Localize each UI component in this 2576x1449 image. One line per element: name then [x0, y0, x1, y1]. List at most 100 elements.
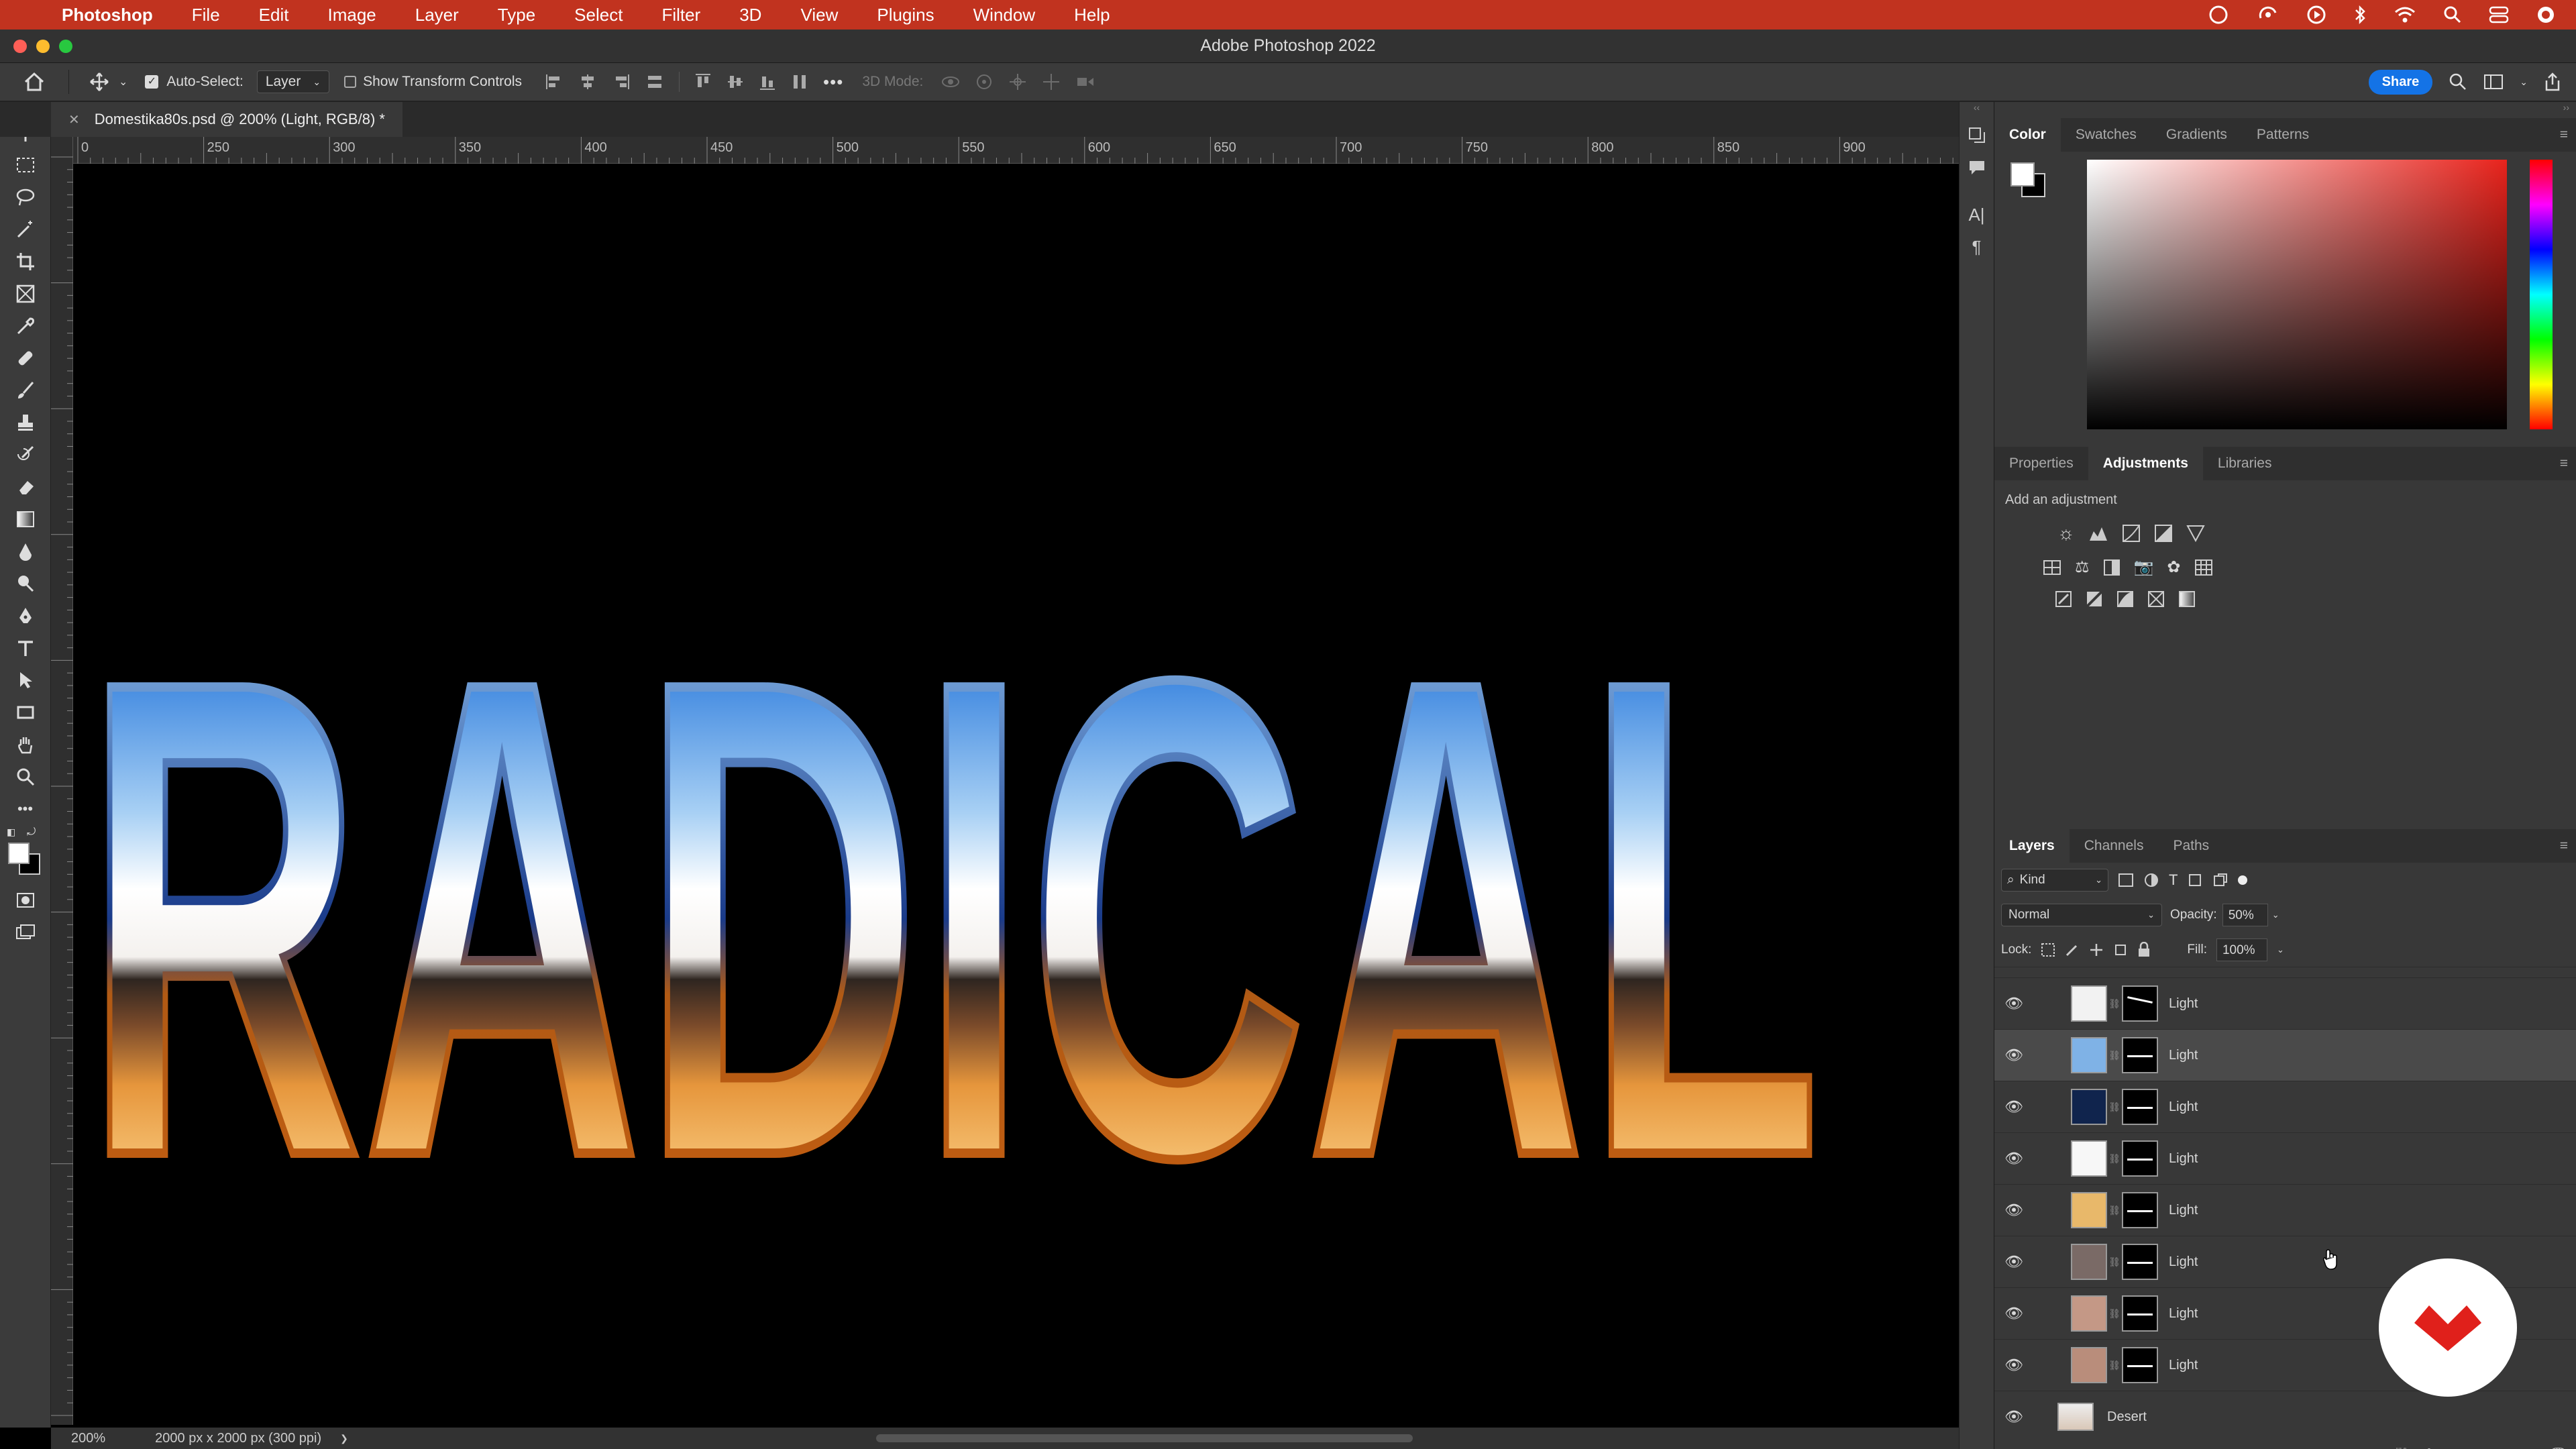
layer-mask-thumbnail[interactable]: [2122, 1037, 2158, 1073]
exposure-icon[interactable]: [2154, 524, 2173, 543]
clone-stamp-tool-button[interactable]: [11, 408, 40, 437]
menu-window[interactable]: Window: [973, 5, 1035, 25]
vibrance-icon[interactable]: [2186, 525, 2205, 542]
mask-link-icon[interactable]: ⛓: [2107, 1256, 2122, 1268]
menu-3d[interactable]: 3D: [739, 5, 761, 25]
more-options-icon[interactable]: •••: [823, 72, 843, 93]
collapse-strip-icon[interactable]: ‹‹: [1960, 102, 1994, 118]
tab-paths[interactable]: Paths: [2158, 838, 2224, 854]
blend-mode-dropdown[interactable]: Normal ⌄: [2001, 904, 2162, 926]
visibility-eye-icon[interactable]: 👁: [1994, 1408, 2033, 1426]
shape-tool-button[interactable]: [11, 698, 40, 727]
swap-colors-icon[interactable]: ⤾: [27, 826, 36, 839]
panels-collapse-icon[interactable]: ››: [1994, 102, 2576, 118]
layer-row[interactable]: 👁 ⛓ Light: [1994, 1185, 2576, 1236]
filter-pixel-icon[interactable]: [2118, 873, 2134, 888]
3d-orbit-icon[interactable]: [941, 72, 961, 91]
vertical-ruler[interactable]: [51, 137, 73, 1425]
menu-filter[interactable]: Filter: [661, 5, 700, 25]
eraser-tool-button[interactable]: [11, 472, 40, 502]
export-share-icon[interactable]: [2544, 72, 2561, 91]
character-panel-button[interactable]: A|: [1962, 200, 1992, 229]
tab-libraries[interactable]: Libraries: [2203, 455, 2287, 472]
blur-tool-button[interactable]: [11, 537, 40, 566]
layer-mask-thumbnail[interactable]: [2122, 1140, 2158, 1177]
layer-row[interactable]: 👁 ⛓ Light: [1994, 1030, 2576, 1081]
history-panel-button[interactable]: [1962, 121, 1992, 150]
screen-mode-button[interactable]: [11, 918, 40, 947]
transform-controls-checkbox[interactable]: [344, 76, 357, 88]
link-layers-icon[interactable]: ⛓: [2394, 1446, 2410, 1449]
visibility-eye-icon[interactable]: 👁: [1994, 1150, 2033, 1167]
menu-plugins[interactable]: Plugins: [877, 5, 934, 25]
menu-layer[interactable]: Layer: [415, 5, 459, 25]
lasso-tool-button[interactable]: [11, 182, 40, 212]
menu-image[interactable]: Image: [327, 5, 376, 25]
document-tab[interactable]: ✕ Domestika80s.psd @ 200% (Light, RGB/8)…: [51, 102, 402, 137]
align-left-icon[interactable]: [545, 73, 564, 91]
share-button[interactable]: Share: [2368, 69, 2433, 95]
align-middle-icon[interactable]: [727, 72, 744, 91]
layer-filter-dropdown[interactable]: ⌕ Kind ⌄: [2001, 869, 2108, 892]
threshold-icon[interactable]: [2116, 590, 2134, 608]
hand-tool-button[interactable]: [11, 730, 40, 759]
layer-name[interactable]: Desert: [2107, 1409, 2147, 1425]
distribute-vertical-icon[interactable]: [791, 72, 808, 91]
color-field[interactable]: [2087, 160, 2507, 429]
adjust-panel-menu-icon[interactable]: ≡: [2545, 455, 2576, 472]
tab-color[interactable]: Color: [1994, 118, 2061, 152]
menu-edit[interactable]: Edit: [259, 5, 289, 25]
brightness-icon[interactable]: ☼: [2057, 523, 2075, 544]
filter-smart-object-icon[interactable]: [2212, 872, 2229, 888]
type-tool-button[interactable]: [11, 633, 40, 663]
add-mask-icon[interactable]: ◙: [2451, 1447, 2459, 1449]
eyedropper-tool-button[interactable]: [11, 311, 40, 341]
visibility-eye-icon[interactable]: 👁: [1994, 1253, 2033, 1271]
align-top-icon[interactable]: [694, 72, 712, 91]
lock-image-icon[interactable]: [2065, 943, 2080, 957]
layer-mask-thumbnail[interactable]: [2122, 1192, 2158, 1228]
horizontal-ruler[interactable]: 0 250 300 350 400 450 500 550 600 650 700 750 800 850…: [64, 137, 1959, 164]
mask-link-icon[interactable]: ⛓: [2107, 1360, 2122, 1371]
align-right-icon[interactable]: [612, 73, 631, 91]
move-tool-icon[interactable]: [89, 72, 109, 92]
status-arrow-icon[interactable]: ❯: [340, 1433, 348, 1444]
fill-chevron-icon[interactable]: ⌄: [2277, 945, 2284, 955]
3d-roll-icon[interactable]: [974, 72, 994, 91]
posterize-icon[interactable]: [2086, 590, 2103, 608]
layer-row[interactable]: 👁 ⛓ Light: [1994, 1081, 2576, 1133]
workspace-chevron-icon[interactable]: ⌄: [2520, 76, 2528, 88]
horizontal-scrollbar[interactable]: [876, 1434, 1413, 1442]
tab-properties[interactable]: Properties: [1994, 455, 2088, 472]
layer-name[interactable]: Light: [2169, 1358, 2198, 1373]
3d-pan-icon[interactable]: [1008, 72, 1028, 91]
history-brush-tool-button[interactable]: [11, 440, 40, 470]
filter-adjustment-icon[interactable]: [2143, 872, 2159, 888]
magic-wand-tool-button[interactable]: [11, 215, 40, 244]
black-white-icon[interactable]: [2103, 559, 2121, 576]
selective-color-icon[interactable]: [2147, 590, 2165, 608]
menu-help[interactable]: Help: [1074, 5, 1110, 25]
filter-toggle-icon[interactable]: [2238, 875, 2248, 885]
home-icon[interactable]: [23, 72, 46, 92]
layer-name[interactable]: Light: [2169, 996, 2198, 1012]
fx-icon[interactable]: fx: [2425, 1447, 2436, 1449]
hue-saturation-icon[interactable]: [2043, 559, 2061, 576]
layer-name[interactable]: Light: [2169, 1306, 2198, 1322]
layer-mask-thumbnail[interactable]: [2122, 1089, 2158, 1125]
edit-toolbar-button[interactable]: •••: [11, 794, 40, 824]
curves-icon[interactable]: [2122, 524, 2141, 543]
mask-link-icon[interactable]: ⛓: [2107, 1205, 2122, 1216]
tab-layers[interactable]: Layers: [1994, 829, 2070, 863]
layer-mask-thumbnail[interactable]: [2122, 1295, 2158, 1332]
color-panel-menu-icon[interactable]: ≡: [2545, 127, 2576, 143]
photo-filter-icon[interactable]: 📷: [2134, 557, 2154, 577]
close-tab-icon[interactable]: ✕: [68, 111, 80, 128]
fg-color-chip[interactable]: [2010, 162, 2035, 186]
visibility-eye-icon[interactable]: 👁: [1994, 1046, 2033, 1064]
frame-tool-button[interactable]: [11, 279, 40, 309]
mask-link-icon[interactable]: ⛓: [2107, 1308, 2122, 1320]
default-colors-icon[interactable]: ◧: [7, 826, 15, 838]
search-icon[interactable]: [2449, 72, 2467, 91]
lock-artboard-icon[interactable]: [2113, 943, 2128, 957]
